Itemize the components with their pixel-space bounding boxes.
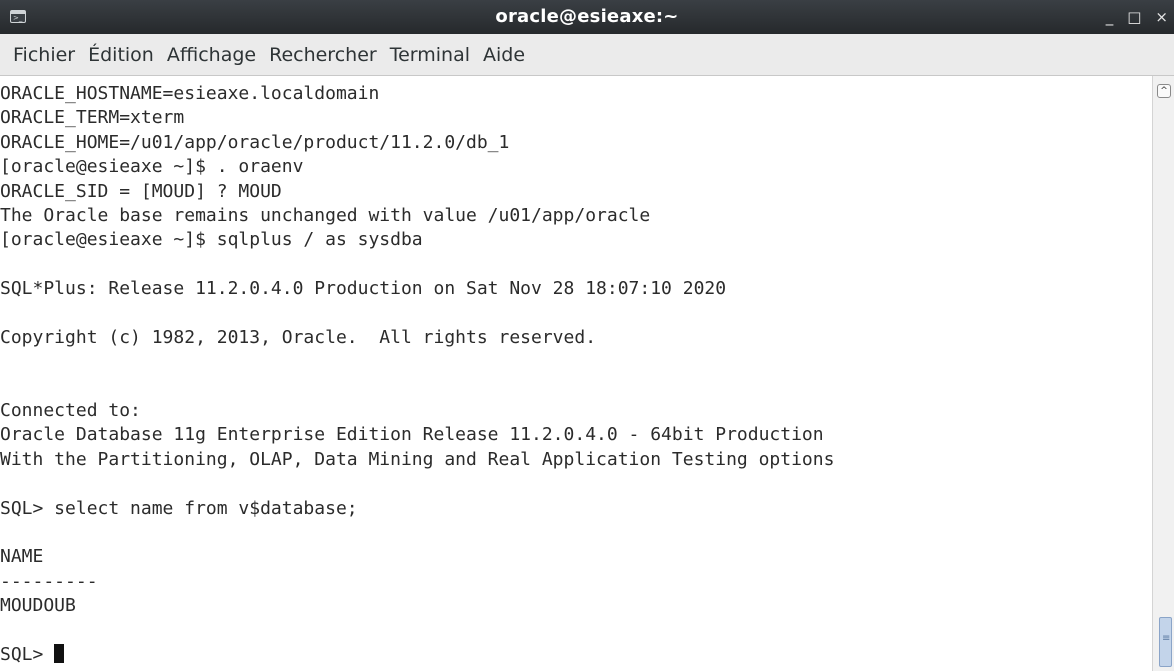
terminal-line: The Oracle base remains unchanged with v… xyxy=(0,204,651,226)
terminal-line: [oracle@esieaxe ~]$ sqlplus / as sysdba xyxy=(0,229,423,251)
close-button[interactable]: × xyxy=(1155,0,1168,34)
terminal-line: --------- xyxy=(0,570,98,592)
vertical-scrollbar[interactable]: ^ ≡ xyxy=(1152,76,1174,671)
terminal-line: ORACLE_SID = [MOUD] ? MOUD xyxy=(0,180,282,202)
terminal-line: ORACLE_HOSTNAME=esieaxe.localdomain xyxy=(0,83,380,104)
text-cursor xyxy=(54,643,65,663)
terminal-line: ORACLE_TERM=xterm xyxy=(0,107,185,129)
terminal-line: ORACLE_HOME=/u01/app/oracle/product/11.2… xyxy=(0,131,510,153)
terminal-prompt-line[interactable]: SQL> xyxy=(0,643,1152,667)
terminal-line: Connected to: xyxy=(0,400,141,422)
menu-fichier[interactable]: Fichier xyxy=(13,44,75,66)
terminal-line: Copyright (c) 1982, 2013, Oracle. All ri… xyxy=(0,326,597,348)
menu-affichage[interactable]: Affichage xyxy=(167,44,256,66)
window-controls: _ □ × xyxy=(1106,0,1168,34)
terminal-output[interactable]: ORACLE_HOSTNAME=esieaxe.localdomain ORAC… xyxy=(0,82,1152,671)
title-bar[interactable]: >_ oracle@esieaxe:~ _ □ × xyxy=(0,0,1174,34)
terminal-line: MOUDOUB xyxy=(0,595,76,617)
menu-aide[interactable]: Aide xyxy=(483,44,525,66)
minimize-button[interactable]: _ xyxy=(1106,0,1114,34)
terminal-line: SQL> select name from v$database; xyxy=(0,497,358,519)
menu-rechercher[interactable]: Rechercher xyxy=(269,44,377,66)
scroll-thumb[interactable]: ≡ xyxy=(1159,617,1172,667)
menu-terminal[interactable]: Terminal xyxy=(390,44,470,66)
terminal-window: >_ oracle@esieaxe:~ _ □ × Fichier Éditio… xyxy=(0,0,1174,671)
terminal-line: With the Partitioning, OLAP, Data Mining… xyxy=(0,448,835,470)
menu-edition[interactable]: Édition xyxy=(88,44,154,66)
terminal-line: NAME xyxy=(0,546,44,568)
terminal-line: Oracle Database 11g Enterprise Edition R… xyxy=(0,424,824,446)
terminal-line: SQL*Plus: Release 11.2.0.4.0 Production … xyxy=(0,278,727,300)
window-title: oracle@esieaxe:~ xyxy=(495,6,679,27)
maximize-button[interactable]: □ xyxy=(1127,0,1141,34)
terminal-line: [oracle@esieaxe ~]$ . oraenv xyxy=(0,156,304,178)
menu-bar: Fichier Édition Affichage Rechercher Ter… xyxy=(0,34,1174,76)
sql-prompt: SQL> xyxy=(0,643,55,665)
chevron-up-icon[interactable]: ^ xyxy=(1157,84,1171,98)
